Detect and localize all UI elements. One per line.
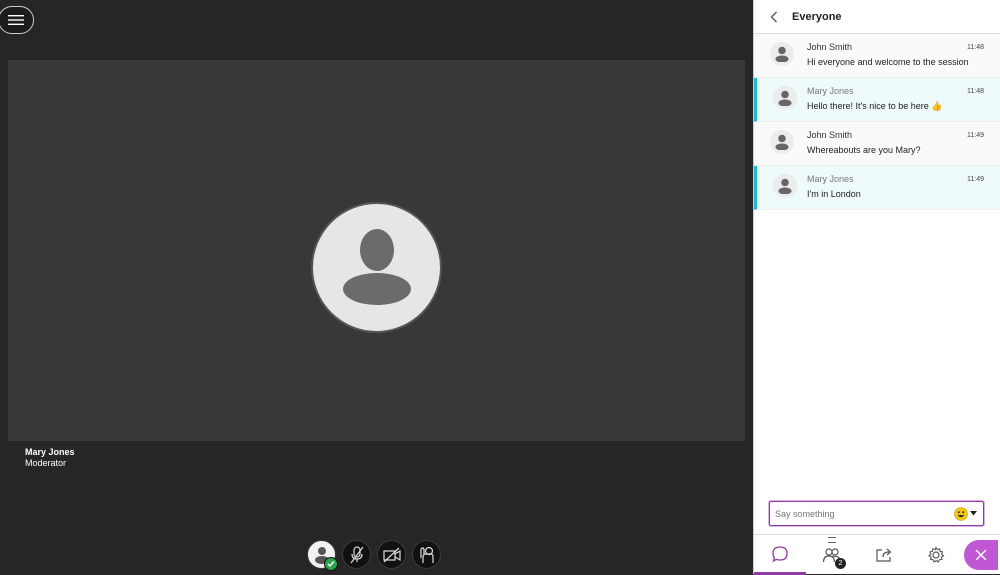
tab-share-content[interactable]	[858, 535, 910, 575]
status-check-icon	[324, 557, 338, 571]
message-time: 11:49	[967, 176, 984, 183]
message-list: John Smith 11:48 Hi everyone and welcome…	[754, 34, 1000, 210]
chat-message: John Smith 11:48 Hi everyone and welcome…	[754, 34, 1000, 78]
emoji-icon	[954, 506, 968, 521]
back-icon	[770, 11, 777, 22]
chat-message: Mary Jones 11:48 Hello there! It's nice …	[754, 78, 1000, 122]
avatar	[770, 130, 794, 154]
chat-icon	[772, 545, 788, 562]
participant-avatar	[311, 202, 442, 333]
message-text: I'm in London	[807, 189, 861, 199]
message-text: Hello there! It's nice to be here 👍	[807, 101, 943, 111]
raise-hand-button[interactable]	[412, 540, 441, 569]
person-icon	[775, 134, 789, 150]
message-time: 11:48	[967, 88, 984, 95]
participant-role: Moderator	[25, 458, 67, 468]
tab-settings[interactable]	[910, 535, 962, 575]
avatar	[770, 42, 794, 66]
attendees-count-badge: 2	[835, 558, 846, 569]
chat-panel: Everyone John Smith 11:48 Hi everyone an…	[753, 0, 1000, 575]
chat-input[interactable]	[770, 502, 947, 525]
share-icon	[876, 548, 892, 562]
back-button[interactable]	[766, 9, 782, 25]
camera-toggle[interactable]	[377, 540, 406, 569]
session-menu-button[interactable]	[0, 6, 34, 34]
message-composer	[769, 501, 984, 526]
tab-chat[interactable]	[754, 535, 806, 575]
message-time: 11:49	[967, 132, 984, 139]
mic-off-icon	[350, 545, 363, 563]
microphone-toggle[interactable]	[342, 540, 371, 569]
person-icon	[342, 228, 411, 305]
participant-name: Mary Jones	[25, 447, 75, 457]
close-icon	[975, 549, 987, 561]
avatar	[773, 174, 797, 198]
media-controls	[307, 540, 441, 571]
tab-attendees[interactable]: 2	[806, 535, 858, 575]
my-status-button[interactable]	[307, 540, 338, 571]
chat-message: John Smith 11:49 Whereabouts are you Mar…	[754, 122, 1000, 166]
gear-icon	[928, 546, 945, 563]
message-sender: Mary Jones	[807, 86, 854, 96]
close-panel-button[interactable]	[964, 540, 998, 570]
participant-caption: Mary Jones Moderator	[25, 447, 75, 469]
chat-message: Mary Jones 11:49 I'm in London	[754, 166, 1000, 210]
message-sender: John Smith	[807, 130, 853, 140]
person-icon	[778, 90, 792, 106]
person-icon	[775, 46, 789, 62]
message-text: Hi everyone and welcome to the session	[807, 57, 969, 67]
message-time: 11:48	[967, 44, 984, 51]
hand-raise-icon	[419, 546, 434, 563]
emoji-picker-button[interactable]	[947, 504, 983, 524]
message-sender: John Smith	[807, 42, 853, 52]
message-text: Whereabouts are you Mary?	[807, 145, 921, 155]
menu-icon	[8, 15, 24, 25]
drag-handle	[828, 537, 836, 543]
avatar	[773, 86, 797, 110]
chevron-down-icon	[970, 511, 977, 516]
chat-title: Everyone	[792, 10, 842, 23]
camera-off-icon	[382, 547, 401, 562]
message-sender: Mary Jones	[807, 174, 854, 184]
chat-header: Everyone	[754, 0, 1000, 34]
person-icon	[778, 178, 792, 194]
session-stage: Mary Jones Moderator	[0, 0, 753, 574]
